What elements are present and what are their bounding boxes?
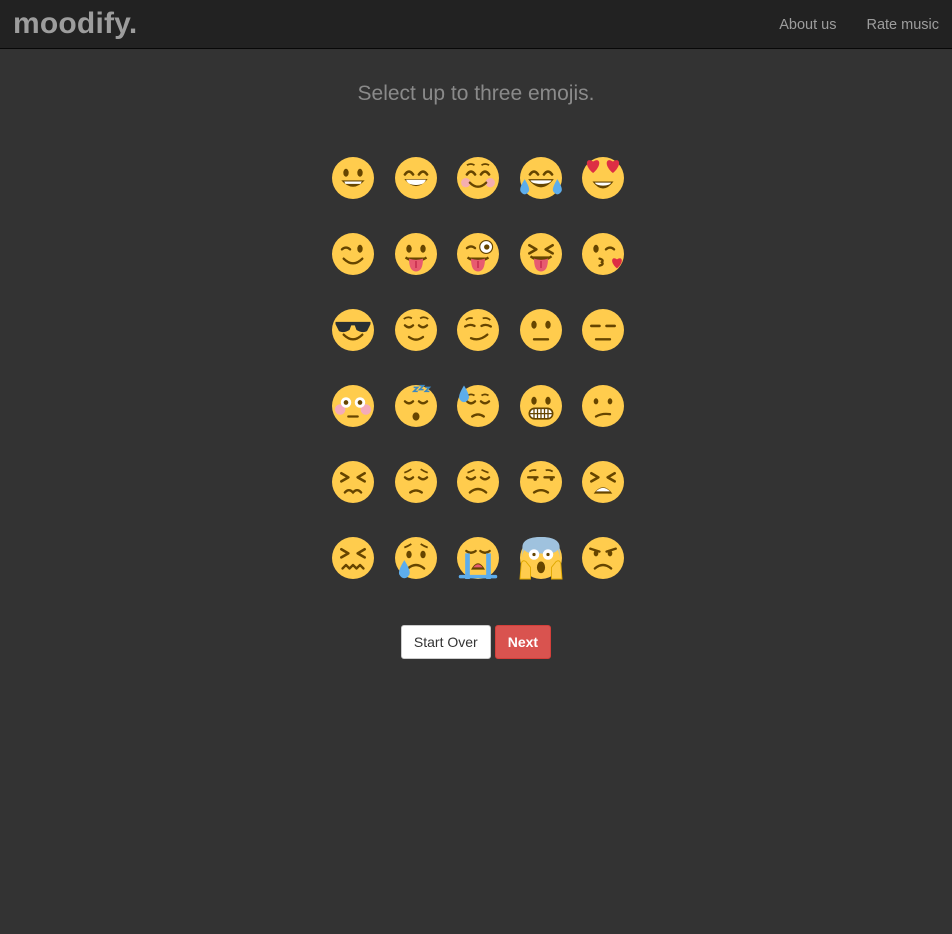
- emoji-option-13[interactable]: [456, 308, 500, 352]
- emoji-option-11[interactable]: [331, 308, 375, 352]
- crying-face-icon: [394, 537, 438, 579]
- heart-eyes-icon: [581, 157, 625, 199]
- winking-face-with-tongue-icon: [456, 233, 500, 275]
- next-button[interactable]: Next: [494, 625, 552, 659]
- emoji-option-6[interactable]: [331, 232, 375, 276]
- squinting-face-with-tongue-icon: [519, 233, 563, 275]
- emoji-option-4[interactable]: [519, 156, 563, 200]
- loudly-crying-face-icon: [456, 537, 500, 579]
- sleeping-face-icon: [394, 384, 438, 427]
- emoji-option-29[interactable]: [518, 536, 563, 580]
- face-screaming-in-fear-icon: [518, 537, 563, 580]
- emoji-option-18[interactable]: [456, 384, 500, 428]
- emoji-option-8[interactable]: [456, 232, 500, 276]
- grimacing-face-icon: [519, 385, 563, 427]
- smirking-face-icon: [456, 309, 500, 351]
- emoji-option-24[interactable]: [519, 460, 563, 504]
- emoji-option-1[interactable]: [331, 156, 375, 200]
- persevering-face-icon: [331, 461, 375, 503]
- face-with-tongue-icon: [394, 233, 438, 275]
- tired-face-icon: [581, 461, 625, 503]
- action-buttons: Start Over Next: [0, 625, 952, 659]
- relieved-face-icon: [394, 309, 438, 351]
- nav-link-about-us[interactable]: About us: [779, 17, 836, 33]
- emoji-option-16[interactable]: [331, 384, 375, 428]
- grinning-face-with-smiling-eyes-icon: [394, 157, 438, 199]
- unamused-face-icon: [519, 461, 563, 503]
- emoji-option-15[interactable]: [581, 308, 625, 352]
- smiling-face-with-sunglasses-icon: [331, 309, 375, 351]
- emoji-option-25[interactable]: [581, 460, 625, 504]
- emoji-option-27[interactable]: [394, 536, 438, 580]
- pensive-face-icon: [394, 461, 438, 503]
- confounded-face-icon: [331, 537, 375, 579]
- emoji-option-20[interactable]: [581, 384, 625, 428]
- emoji-option-3[interactable]: [456, 156, 500, 200]
- emoji-option-17[interactable]: [394, 384, 438, 428]
- nav-links: About us Rate music: [749, 0, 939, 49]
- emoji-option-26[interactable]: [331, 536, 375, 580]
- emoji-option-21[interactable]: [331, 460, 375, 504]
- disappointed-face-icon: [456, 461, 500, 503]
- emoji-grid: [331, 156, 625, 580]
- emoji-option-9[interactable]: [519, 232, 563, 276]
- brand-logo[interactable]: moodify.: [13, 6, 137, 42]
- navbar: moodify. About us Rate music: [0, 0, 952, 49]
- confused-face-icon: [581, 385, 625, 427]
- emoji-option-7[interactable]: [394, 232, 438, 276]
- smiling-face-icon: [456, 157, 500, 199]
- expressionless-face-icon: [581, 309, 625, 351]
- winking-face-icon: [331, 233, 375, 275]
- angry-face-icon: [581, 537, 625, 579]
- start-over-button[interactable]: Start Over: [400, 625, 491, 659]
- emoji-option-19[interactable]: [519, 384, 563, 428]
- flushed-face-icon: [331, 385, 375, 427]
- emoji-option-28[interactable]: [456, 536, 500, 580]
- emoji-option-23[interactable]: [456, 460, 500, 504]
- face-blowing-kiss-icon: [581, 233, 625, 275]
- downcast-face-with-sweat-icon: [456, 385, 500, 427]
- nav-link-rate-music[interactable]: Rate music: [866, 17, 939, 33]
- emoji-option-12[interactable]: [394, 308, 438, 352]
- grinning-face-icon: [331, 157, 375, 199]
- page-heading: Select up to three emojis.: [357, 82, 595, 105]
- neutral-face-icon: [519, 309, 563, 351]
- emoji-option-14[interactable]: [519, 308, 563, 352]
- emoji-option-10[interactable]: [581, 232, 625, 276]
- emoji-option-22[interactable]: [394, 460, 438, 504]
- emoji-option-2[interactable]: [394, 156, 438, 200]
- emoji-option-5[interactable]: [581, 156, 625, 200]
- face-with-tears-of-joy-icon: [519, 157, 563, 199]
- emoji-option-30[interactable]: [581, 536, 625, 580]
